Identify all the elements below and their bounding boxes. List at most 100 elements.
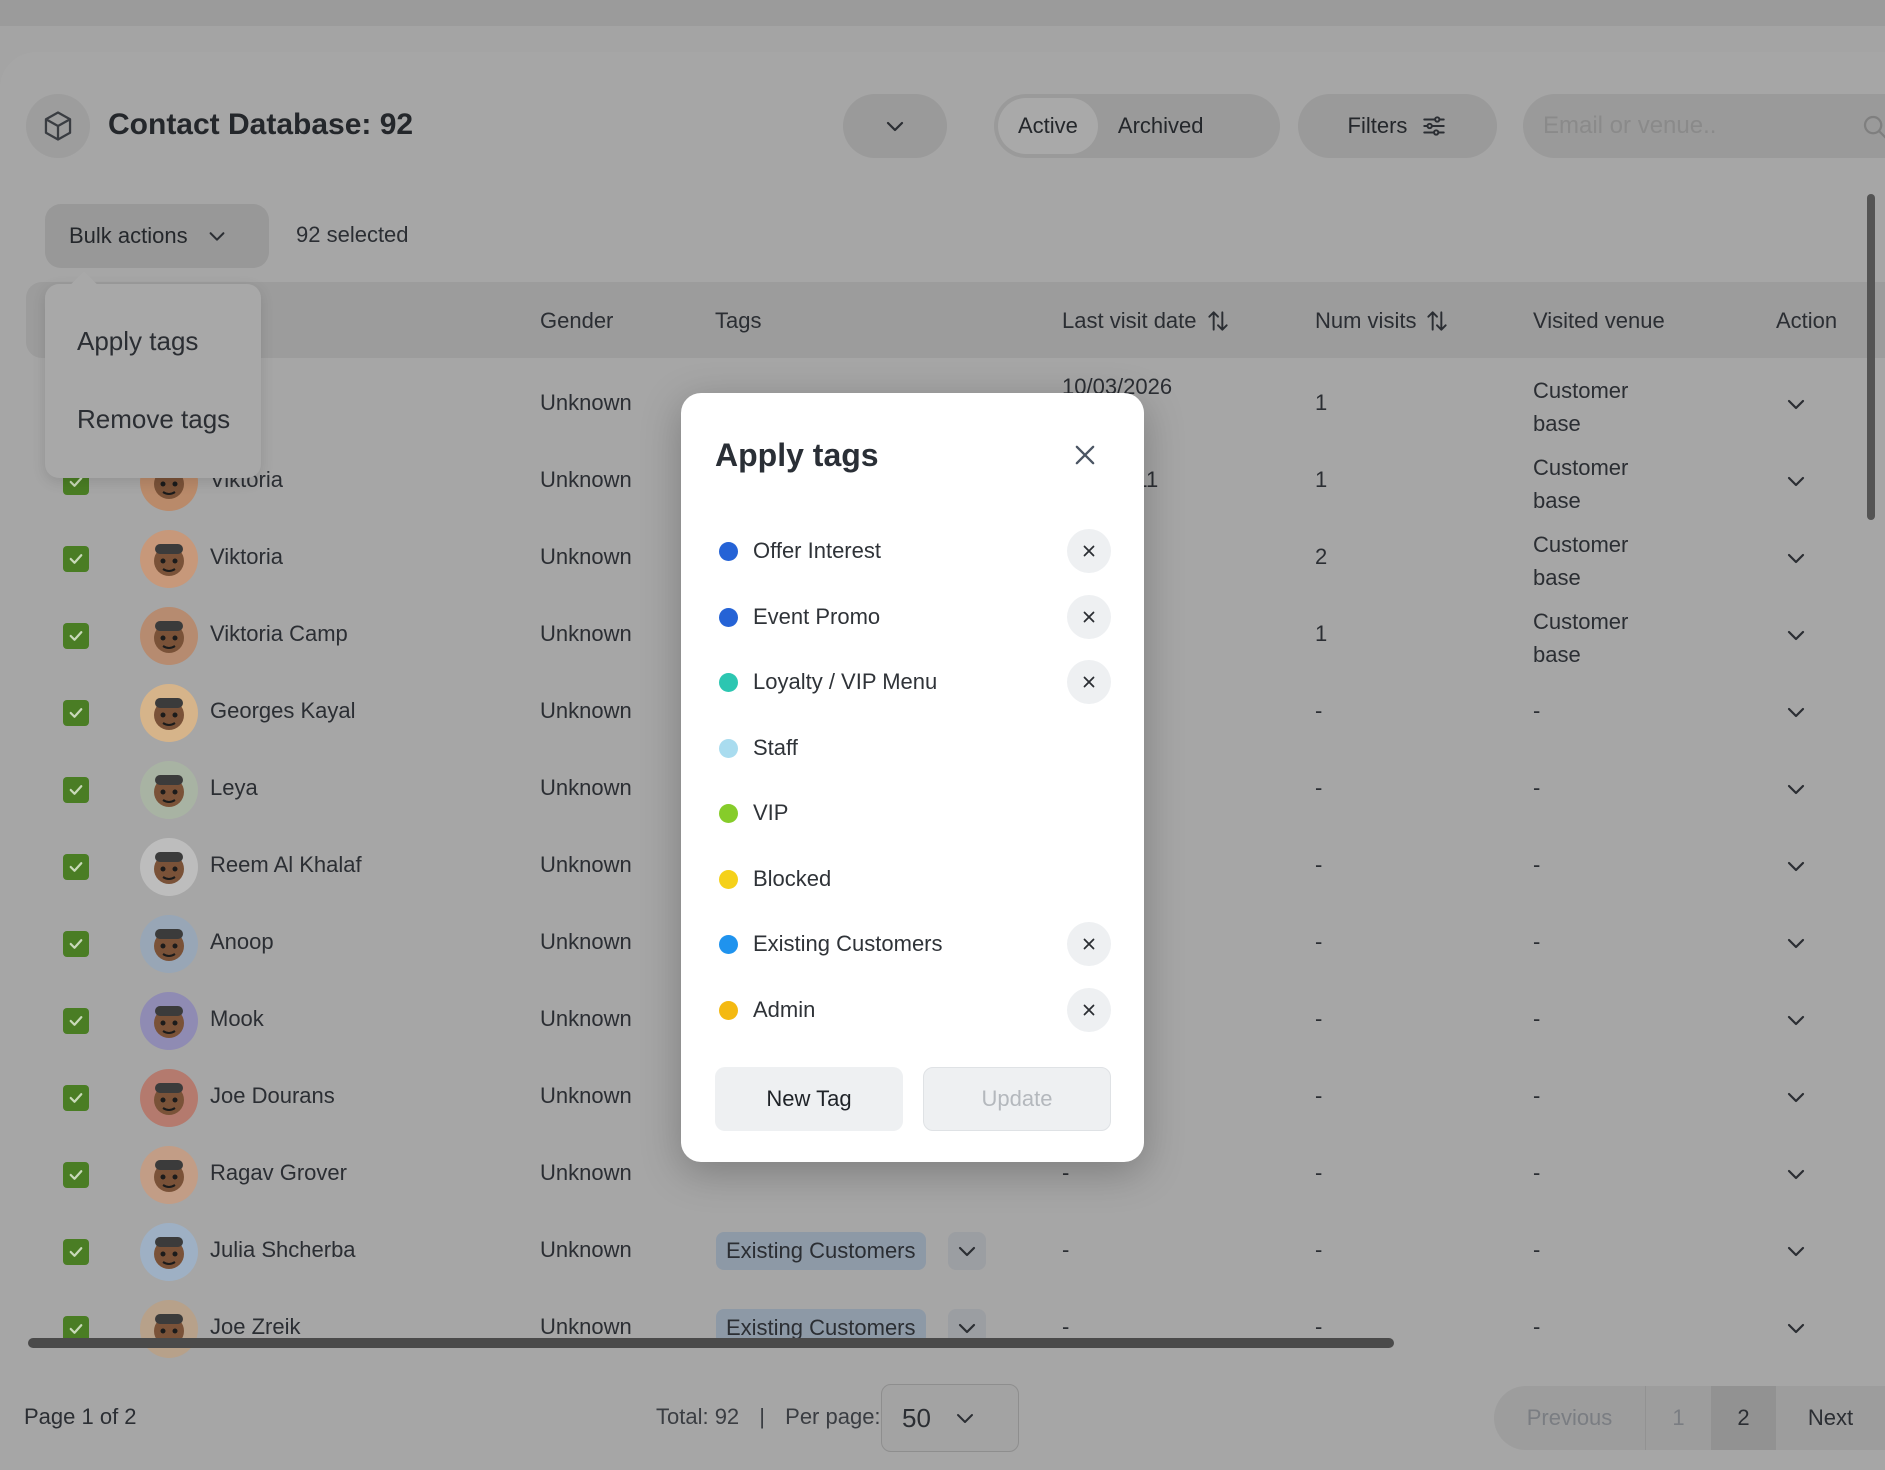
row-action-button[interactable]: [1784, 931, 1808, 960]
contact-name[interactable]: Ragav Grover: [210, 1160, 347, 1186]
page-2-button[interactable]: 2: [1712, 1386, 1776, 1450]
row-checkbox[interactable]: [63, 1162, 89, 1188]
avatar: [140, 530, 198, 588]
num-visits-cell: -: [1315, 1160, 1323, 1185]
contact-name[interactable]: Joe Dourans: [210, 1083, 335, 1109]
column-visited-venue: Visited venue: [1533, 308, 1665, 333]
visited-venue-cell: Customer base: [1533, 609, 1629, 667]
row-action-button[interactable]: [1784, 623, 1808, 652]
memoji-icon: [154, 1237, 184, 1269]
gender-cell: Unknown: [540, 698, 632, 723]
row-action-button[interactable]: [1784, 1239, 1808, 1268]
row-checkbox[interactable]: [63, 1008, 89, 1034]
next-button[interactable]: Next: [1776, 1386, 1885, 1450]
contact-name[interactable]: Georges Kayal: [210, 698, 356, 724]
num-visits-cell: 1: [1315, 621, 1328, 646]
gender-cell: Unknown: [540, 1237, 632, 1262]
tag-option[interactable]: Blocked: [715, 854, 1111, 904]
contact-name[interactable]: Viktoria Camp: [210, 621, 348, 647]
tag-option[interactable]: Existing Customers: [715, 919, 1111, 969]
remove-tag-button[interactable]: [1067, 594, 1111, 639]
row-action-button[interactable]: [1784, 700, 1808, 729]
vertical-scrollbar[interactable]: [1867, 194, 1875, 520]
row-action-button[interactable]: [1784, 392, 1808, 421]
num-visits-cell: -: [1315, 1314, 1323, 1339]
chevron-down-icon: [1787, 476, 1805, 487]
row-action-button[interactable]: [1784, 546, 1808, 575]
tag-dropdown-button[interactable]: [948, 1232, 986, 1270]
row-checkbox[interactable]: [63, 1239, 89, 1265]
row-checkbox[interactable]: [63, 700, 89, 726]
row-action-button[interactable]: [1784, 777, 1808, 806]
horizontal-scrollbar[interactable]: [28, 1338, 1394, 1348]
tag-option[interactable]: Offer Interest: [715, 526, 1111, 576]
tag-color-dot: [719, 607, 738, 627]
column-tags: Tags: [715, 308, 762, 333]
per-page-select[interactable]: 50: [881, 1384, 1019, 1452]
filters-button[interactable]: Filters: [1298, 94, 1497, 158]
view-dropdown-button[interactable]: [843, 94, 947, 158]
row-action-button[interactable]: [1784, 1316, 1808, 1345]
tag-option[interactable]: Admin: [715, 985, 1111, 1035]
memoji-icon: [154, 929, 184, 961]
contact-name[interactable]: Mook: [210, 1006, 264, 1032]
tag-chip: Existing Customers: [716, 1232, 926, 1270]
tag-option[interactable]: Staff: [715, 723, 1111, 773]
row-action-button[interactable]: [1784, 1085, 1808, 1114]
previous-button[interactable]: Previous: [1494, 1386, 1646, 1450]
row-action-button[interactable]: [1784, 469, 1808, 498]
check-icon: [69, 1324, 83, 1334]
row-checkbox[interactable]: [63, 1085, 89, 1111]
remove-tag-button[interactable]: [1067, 660, 1111, 704]
gender-cell: Unknown: [540, 1083, 632, 1108]
menu-item-remove-tags[interactable]: Remove tags: [77, 404, 230, 435]
row-checkbox[interactable]: [63, 777, 89, 803]
row-action-button[interactable]: [1784, 1008, 1808, 1037]
row-action-button[interactable]: [1784, 854, 1808, 883]
row-action-button[interactable]: [1784, 1162, 1808, 1191]
check-icon: [69, 1247, 83, 1257]
remove-tag-button[interactable]: [1067, 987, 1111, 1032]
tag-name: Event Promo: [753, 603, 881, 629]
close-icon[interactable]: [1065, 435, 1105, 475]
page-1-button[interactable]: 1: [1646, 1386, 1712, 1450]
contact-name[interactable]: Leya: [210, 775, 258, 801]
avatar: [140, 761, 198, 819]
tag-color-dot: [719, 673, 738, 692]
row-checkbox[interactable]: [63, 854, 89, 880]
contact-name[interactable]: Viktoria: [210, 544, 283, 570]
remove-tag-button[interactable]: [1067, 922, 1111, 966]
contact-name[interactable]: Joe Zreik: [210, 1314, 300, 1340]
update-button[interactable]: Update: [923, 1067, 1111, 1131]
chevron-down-icon: [1787, 1169, 1805, 1180]
tag-option[interactable]: VIP: [715, 788, 1111, 838]
contact-name[interactable]: Anoop: [210, 929, 274, 955]
row-checkbox[interactable]: [63, 931, 89, 957]
new-tag-button[interactable]: New Tag: [715, 1067, 903, 1131]
search-input[interactable]: [1543, 94, 1843, 158]
search-box: [1523, 94, 1885, 158]
visited-venue-cell: -: [1533, 929, 1541, 954]
check-icon: [69, 1016, 83, 1026]
bulk-actions-menu: Apply tags Remove tags: [45, 284, 261, 478]
tab-archived[interactable]: Archived: [1098, 98, 1224, 154]
chevron-down-icon: [1787, 784, 1805, 795]
table-row: Joe Zreik Unknown Existing Customers - - -: [26, 1290, 1885, 1367]
tag-option[interactable]: Event Promo: [715, 592, 1111, 642]
column-num-visits[interactable]: Num visits: [1315, 308, 1450, 334]
tag-option[interactable]: Loyalty / VIP Menu: [715, 657, 1111, 707]
contact-name[interactable]: Julia Shcherba: [210, 1237, 356, 1263]
tag-name: Offer Interest: [753, 538, 881, 563]
contact-name[interactable]: Reem Al Khalaf: [210, 852, 362, 878]
row-checkbox[interactable]: [63, 623, 89, 649]
column-last-visit[interactable]: Last visit date: [1062, 308, 1231, 334]
search-icon[interactable]: [1860, 112, 1885, 142]
row-checkbox[interactable]: [63, 546, 89, 572]
tab-active[interactable]: Active: [998, 98, 1098, 154]
check-icon: [69, 862, 83, 872]
bulk-actions-button[interactable]: Bulk actions: [45, 204, 269, 268]
last-visit-cell: -: [1062, 1160, 1070, 1185]
chevron-down-icon: [886, 121, 904, 132]
menu-item-apply-tags[interactable]: Apply tags: [77, 326, 198, 357]
remove-tag-button[interactable]: [1067, 529, 1111, 573]
